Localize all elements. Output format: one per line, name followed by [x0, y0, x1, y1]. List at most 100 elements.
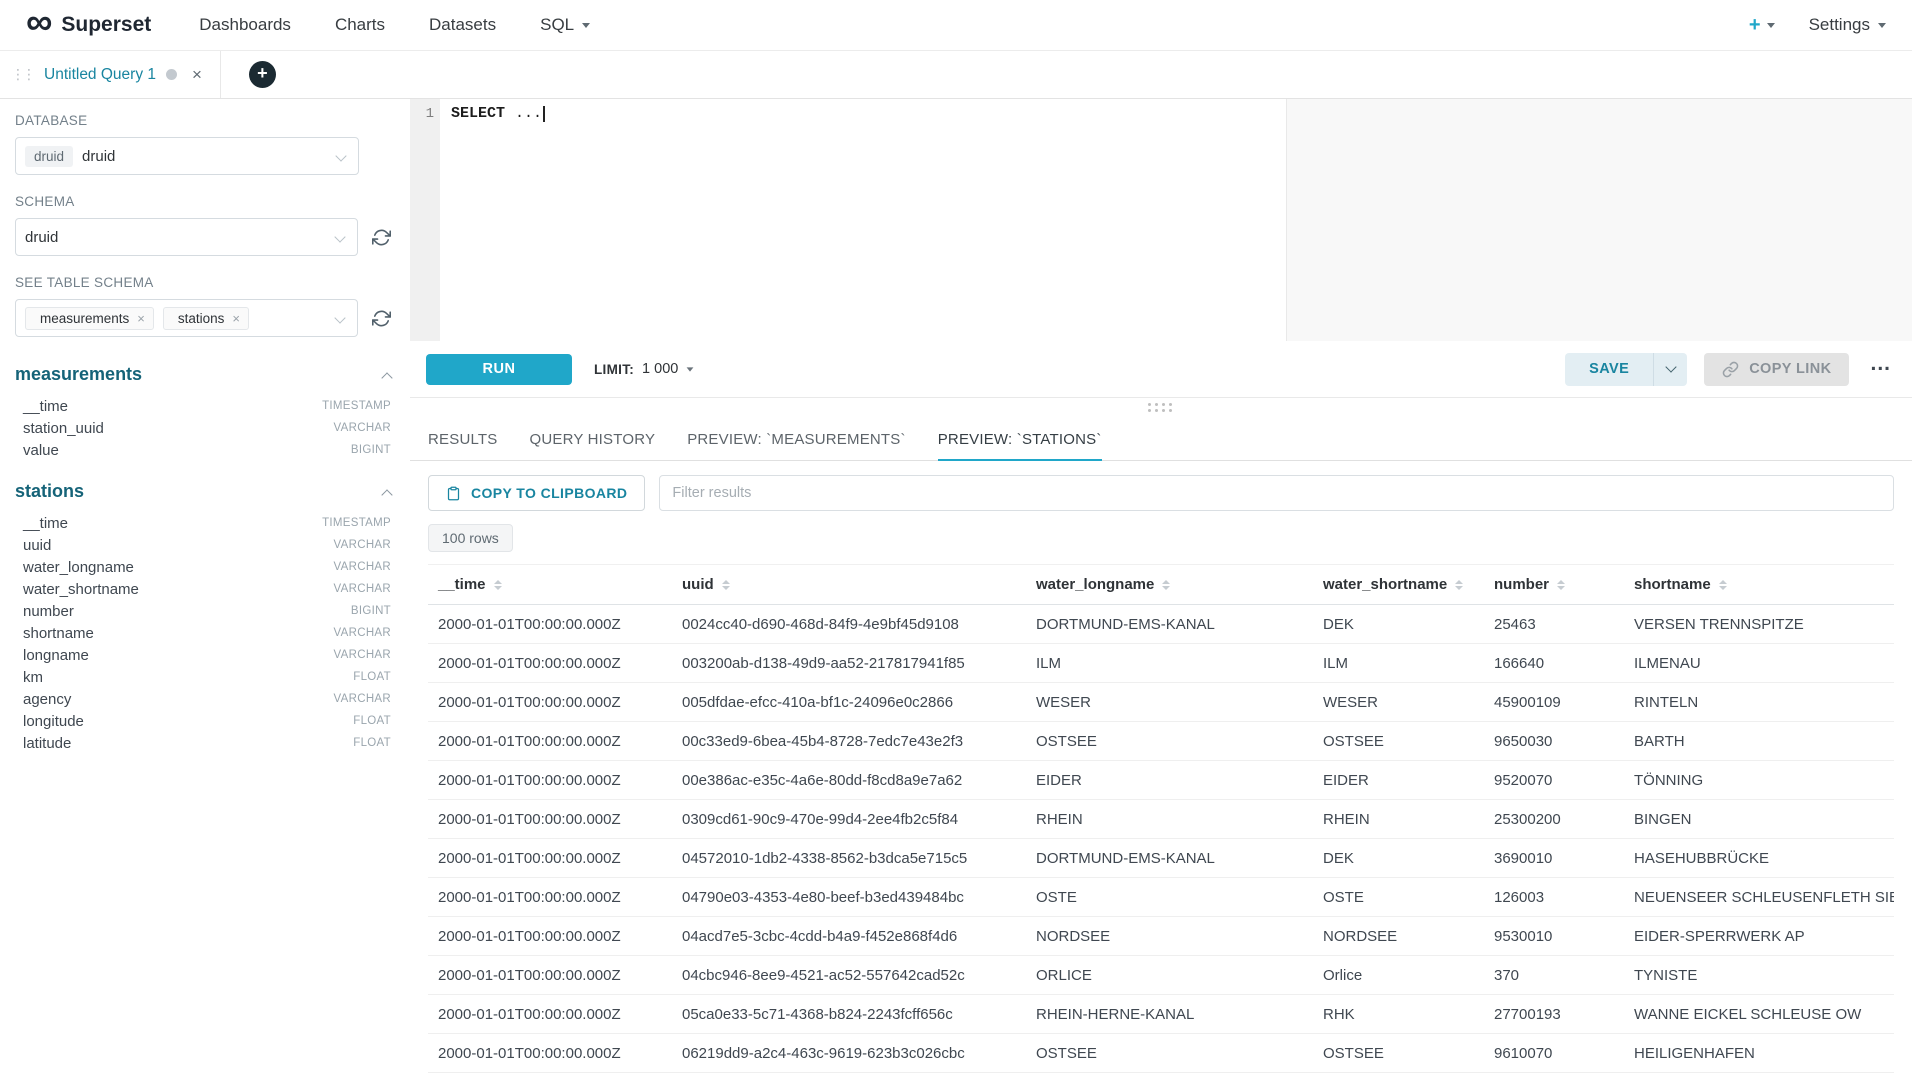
results-table: __time uuid water_longname water_shortna… [428, 564, 1894, 1073]
table-row: 2000-01-01T00:00:00.000Z 06219dd9-a2c4-4… [428, 1034, 1894, 1073]
column-header-water-shortname[interactable]: water_shortname [1313, 565, 1484, 605]
cell-water-shortname: DEK [1313, 839, 1484, 878]
sql-text: ... [515, 105, 542, 122]
settings-menu[interactable]: Settings [1809, 15, 1886, 35]
cell-water-longname: EIDER [1026, 761, 1313, 800]
tab-results[interactable]: RESULTS [428, 419, 497, 460]
table-row: 2000-01-01T00:00:00.000Z 04cbc946-8ee9-4… [428, 956, 1894, 995]
collapse-measurements[interactable]: measurements [15, 364, 391, 385]
top-navbar: ∞ Superset Dashboards Charts Datasets SQ… [0, 0, 1912, 51]
results-table-body: 2000-01-01T00:00:00.000Z 0024cc40-d690-4… [428, 605, 1894, 1073]
filter-results-input[interactable] [659, 475, 1894, 511]
column-row: water_longname VARCHAR [15, 556, 391, 578]
pane-resize-handle[interactable] [410, 397, 1912, 419]
cell-time: 2000-01-01T00:00:00.000Z [428, 878, 672, 917]
refresh-tables-button[interactable] [368, 305, 394, 331]
column-name: latitude [23, 735, 71, 752]
save-button[interactable]: SAVE [1565, 353, 1653, 386]
chevron-up-icon [381, 489, 392, 500]
cell-time: 2000-01-01T00:00:00.000Z [428, 722, 672, 761]
column-name: value [23, 442, 59, 459]
nav-charts[interactable]: Charts [335, 15, 385, 35]
chevron-up-icon [381, 372, 392, 383]
cell-water-shortname: OSTE [1313, 878, 1484, 917]
cell-time: 2000-01-01T00:00:00.000Z [428, 683, 672, 722]
column-type: BIGINT [351, 605, 391, 617]
cell-shortname: HASEHUBBRÜCKE [1624, 839, 1894, 878]
cell-uuid: 005dfdae-efcc-410a-bf1c-24096e0c2866 [672, 683, 1026, 722]
column-name: km [23, 669, 43, 686]
add-tab-button[interactable]: + [249, 61, 276, 88]
schema-value: druid [25, 229, 58, 246]
table-select[interactable]: measurements × stations × [15, 299, 358, 337]
tab-preview-stations[interactable]: PREVIEW: `STATIONS` [938, 419, 1102, 460]
column-row: __time TIMESTAMP [15, 395, 391, 417]
table-tag-stations: stations × [163, 307, 249, 330]
column-type: FLOAT [353, 737, 391, 749]
tab-preview-measurements[interactable]: PREVIEW: `MEASUREMENTS` [687, 419, 906, 460]
tab-untitled-query-1[interactable]: ⋮⋮ Untitled Query 1 × [0, 51, 221, 98]
text-cursor [543, 106, 545, 122]
limit-dropdown[interactable]: LIMIT: 1 000 [594, 361, 694, 377]
remove-table-icon[interactable]: × [137, 311, 145, 326]
cell-number: 9650030 [1484, 722, 1624, 761]
column-header-time[interactable]: __time [428, 565, 672, 605]
table-header-row: __time uuid water_longname water_shortna… [428, 565, 1894, 605]
database-select[interactable]: druid druid [15, 137, 359, 175]
refresh-schemas-button[interactable] [368, 224, 394, 250]
table-row: 2000-01-01T00:00:00.000Z 04572010-1db2-4… [428, 839, 1894, 878]
cell-water-shortname: EIDER [1313, 761, 1484, 800]
editor-toolbar: RUN LIMIT: 1 000 SAVE COPY LINK ... [410, 341, 1912, 397]
column-row: number BIGINT [15, 600, 391, 622]
database-field: DATABASE druid druid [15, 113, 394, 175]
new-item-button[interactable]: + [1749, 14, 1775, 37]
caret-down-icon [582, 23, 590, 28]
nav-sql[interactable]: SQL [540, 15, 590, 35]
clipboard-icon [446, 486, 461, 501]
cell-shortname: EIDER-SPERRWERK AP [1624, 917, 1894, 956]
column-header-shortname[interactable]: shortname [1624, 565, 1894, 605]
column-header-number[interactable]: number [1484, 565, 1624, 605]
schema-select[interactable]: druid [15, 218, 358, 256]
tab-drag-handle-icon[interactable]: ⋮⋮ [11, 66, 33, 83]
cell-water-longname: OSTSEE [1026, 722, 1313, 761]
remove-table-icon[interactable]: × [232, 311, 240, 326]
save-dropdown-button[interactable] [1653, 353, 1687, 386]
column-name: __time [23, 515, 68, 532]
cell-water-shortname: Orlice [1313, 956, 1484, 995]
cell-shortname: NEUENSEER SCHLEUSENFLETH SIEL [1624, 878, 1894, 917]
table-schema-label: SEE TABLE SCHEMA [15, 275, 394, 290]
editor-code-area[interactable]: SELECT... [440, 99, 1912, 341]
column-row: latitude FLOAT [15, 732, 391, 754]
more-actions-button[interactable]: ... [1866, 352, 1895, 386]
cell-shortname: TYNISTE [1624, 956, 1894, 995]
copy-link-button[interactable]: COPY LINK [1704, 353, 1849, 386]
column-type: VARCHAR [334, 561, 391, 573]
copy-to-clipboard-button[interactable]: COPY TO CLIPBOARD [428, 475, 645, 511]
run-button[interactable]: RUN [426, 354, 572, 385]
editor-gutter: 1 [410, 99, 440, 341]
cell-water-shortname: NORDSEE [1313, 917, 1484, 956]
collapse-stations[interactable]: stations [15, 481, 391, 502]
column-name: __time [23, 398, 68, 415]
cell-time: 2000-01-01T00:00:00.000Z [428, 995, 672, 1034]
column-list: __time TIMESTAMP station_uuid VARCHAR va… [15, 395, 391, 461]
cell-shortname: WANNE EICKEL SCHLEUSE OW [1624, 995, 1894, 1034]
caret-down-icon [1878, 23, 1886, 28]
cell-time: 2000-01-01T00:00:00.000Z [428, 761, 672, 800]
column-header-water-longname[interactable]: water_longname [1026, 565, 1313, 605]
table-name: measurements [15, 364, 142, 385]
cell-number: 25300200 [1484, 800, 1624, 839]
column-header-uuid[interactable]: uuid [672, 565, 1026, 605]
nav-sql-label: SQL [540, 15, 574, 35]
cell-water-shortname: RHEIN [1313, 800, 1484, 839]
column-row: value BIGINT [15, 439, 391, 461]
nav-dashboards[interactable]: Dashboards [199, 15, 291, 35]
main-nav: Dashboards Charts Datasets SQL [199, 15, 1749, 35]
tab-query-history[interactable]: QUERY HISTORY [529, 419, 655, 460]
superset-logo[interactable]: ∞ Superset [26, 13, 151, 37]
nav-datasets[interactable]: Datasets [429, 15, 496, 35]
sql-editor[interactable]: 1 SELECT... [410, 99, 1912, 341]
close-tab-icon[interactable]: × [192, 65, 202, 85]
table-tag-label: measurements [40, 311, 129, 326]
